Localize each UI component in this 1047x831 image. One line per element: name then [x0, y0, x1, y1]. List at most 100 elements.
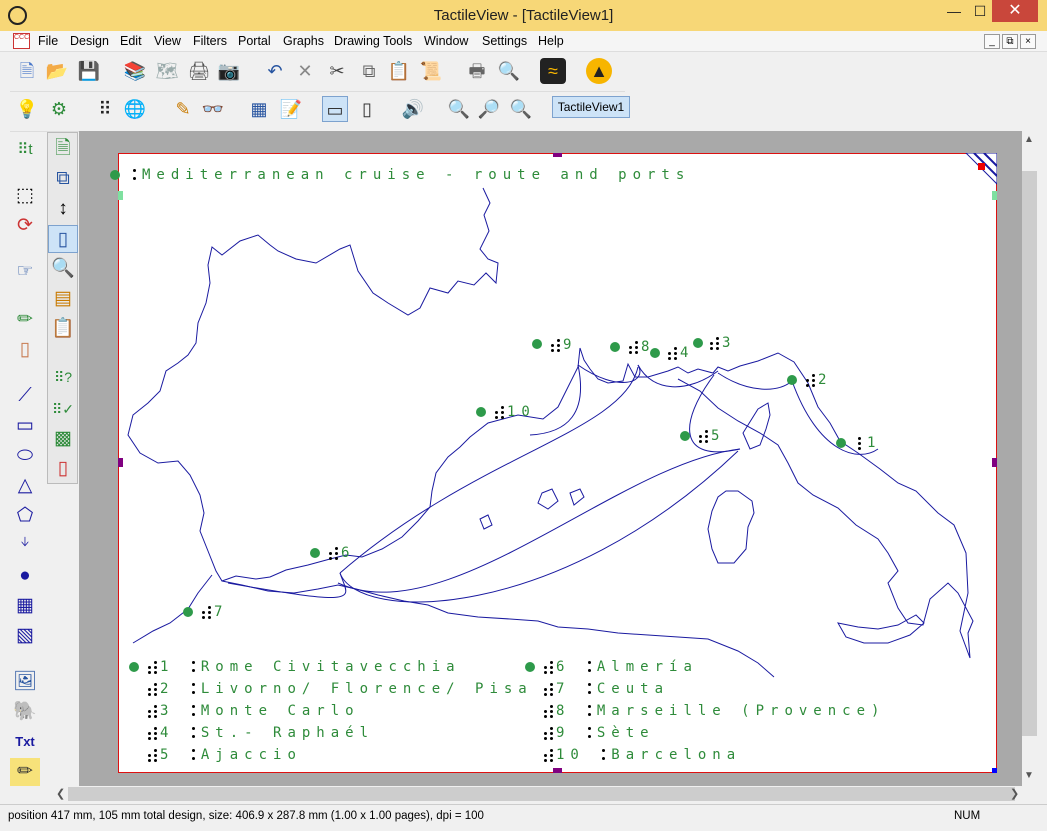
- paste-special-icon[interactable]: 📜: [418, 58, 444, 84]
- menu-view[interactable]: View: [154, 34, 181, 48]
- port-marker-2[interactable]: [787, 375, 797, 385]
- page-height-icon[interactable]: ↕: [48, 195, 78, 223]
- close-button[interactable]: ✕: [992, 0, 1038, 22]
- glasses-icon[interactable]: 👓: [200, 96, 226, 122]
- braille-check-icon[interactable]: ⠿✓: [48, 395, 78, 423]
- page-portrait-icon[interactable]: ▯: [48, 225, 78, 253]
- rss-feed-icon[interactable]: ≈: [540, 58, 566, 84]
- spiral-tool-icon[interactable]: ᛎ: [10, 532, 40, 560]
- page-export-icon[interactable]: 🗎: [48, 135, 78, 163]
- save-icon[interactable]: 💾: [76, 58, 102, 84]
- menu-help[interactable]: Help: [538, 34, 564, 48]
- settings-page-icon[interactable]: ⚙: [46, 96, 72, 122]
- page-view-icon[interactable]: ▯: [354, 96, 380, 122]
- delete-icon[interactable]: ✕: [292, 58, 318, 84]
- select-rectangle-icon[interactable]: ⬚: [10, 182, 40, 210]
- resize-handle[interactable]: [553, 153, 562, 157]
- resize-handle[interactable]: [118, 458, 123, 467]
- resize-handle[interactable]: [992, 768, 997, 773]
- braille-dots-icon[interactable]: ⠿: [92, 96, 118, 122]
- port-marker-6[interactable]: [310, 548, 320, 558]
- port-marker-9[interactable]: [532, 339, 542, 349]
- lightbulb-icon[interactable]: 💡: [14, 96, 40, 122]
- menu-edit[interactable]: Edit: [120, 34, 142, 48]
- menu-filters[interactable]: Filters: [193, 34, 227, 48]
- port-marker-1[interactable]: [836, 438, 846, 448]
- port-marker-5[interactable]: [680, 431, 690, 441]
- scroll-up-icon[interactable]: ▲: [1024, 134, 1034, 145]
- new-file-icon[interactable]: 🗎: [14, 58, 40, 84]
- menu-file[interactable]: File: [38, 34, 58, 48]
- resize-handle[interactable]: [553, 768, 562, 773]
- print-icon[interactable]: 🖶: [464, 58, 490, 84]
- horizontal-scroll-thumb[interactable]: [68, 787, 1015, 801]
- port-marker-7[interactable]: [183, 607, 193, 617]
- rectangle-tool-icon[interactable]: ▭: [10, 412, 40, 440]
- speaker-icon[interactable]: 🔊: [400, 96, 426, 122]
- zoom-out-icon[interactable]: 🔍: [508, 96, 534, 122]
- library-icon[interactable]: 📚: [122, 58, 148, 84]
- title-handle[interactable]: [992, 191, 997, 200]
- dotted-page-icon[interactable]: ▩: [48, 425, 78, 453]
- menu-settings[interactable]: Settings: [482, 34, 527, 48]
- paste-icon[interactable]: 📋: [386, 58, 412, 84]
- braille-text-tool-icon[interactable]: ⠿t: [10, 136, 40, 164]
- dot-tool-icon[interactable]: ●: [10, 562, 40, 590]
- open-folder-icon[interactable]: 📂: [44, 58, 70, 84]
- page-search-icon[interactable]: 🔍: [48, 255, 78, 283]
- scroll-right-icon[interactable]: ❯: [1010, 787, 1019, 800]
- globe-icon[interactable]: 🌐: [122, 96, 148, 122]
- text-tool-icon[interactable]: Txt: [10, 728, 40, 756]
- graph-tool-icon[interactable]: ▧: [10, 622, 40, 650]
- vertical-scroll-thumb[interactable]: [1022, 171, 1037, 736]
- pencil-tool-icon[interactable]: ✏: [10, 306, 40, 334]
- single-page-icon[interactable]: ▭: [322, 96, 348, 122]
- mdi-restore-button[interactable]: ⧉: [1002, 34, 1018, 49]
- tab-tactileview1[interactable]: TactileView1: [552, 96, 630, 118]
- undo-icon[interactable]: ↶: [262, 58, 288, 84]
- port-marker-3[interactable]: [693, 338, 703, 348]
- polygon-tool-icon[interactable]: ⬠: [10, 502, 40, 530]
- edit-page-icon[interactable]: 📝: [278, 96, 304, 122]
- copy-icon[interactable]: ⧉: [356, 58, 382, 84]
- map-icon[interactable]: 🗺: [154, 58, 180, 84]
- zoom-in-icon[interactable]: 🔎: [476, 96, 502, 122]
- grid-page-icon[interactable]: ▦: [246, 96, 272, 122]
- menu-graphs[interactable]: Graphs: [283, 34, 324, 48]
- mdi-minimize-button[interactable]: _: [984, 34, 1000, 49]
- mdi-close-button[interactable]: ×: [1020, 34, 1036, 49]
- resize-handle[interactable]: [992, 458, 997, 467]
- page-copy-icon[interactable]: ⧉: [48, 165, 78, 193]
- maximize-button[interactable]: ☐: [966, 0, 994, 22]
- port-marker-10[interactable]: [476, 407, 486, 417]
- menu-design[interactable]: Design: [70, 34, 109, 48]
- elephant-icon[interactable]: 🐘: [10, 698, 40, 726]
- highlighter-tool-icon[interactable]: ✏: [10, 758, 40, 786]
- minimize-button[interactable]: —: [940, 0, 968, 22]
- port-marker-8[interactable]: [610, 342, 620, 352]
- document-icon[interactable]: CCC: [13, 33, 30, 49]
- table-tool-icon[interactable]: ▦: [10, 592, 40, 620]
- scroll-left-icon[interactable]: ❮: [56, 787, 65, 800]
- edit-pencil-icon[interactable]: ✎: [170, 96, 196, 122]
- hand-tool-icon[interactable]: ☞: [10, 258, 40, 286]
- route-map[interactable]: [118, 153, 997, 773]
- zoom-icon[interactable]: 🔍: [446, 96, 472, 122]
- lasso-select-icon[interactable]: ⟳: [10, 212, 40, 240]
- braille-query-icon[interactable]: ⠿?: [48, 363, 78, 391]
- menu-window[interactable]: Window: [424, 34, 468, 48]
- scroll-down-icon[interactable]: ▼: [1024, 770, 1034, 781]
- eraser-tool-icon[interactable]: ▯: [10, 336, 40, 364]
- ellipse-tool-icon[interactable]: ⬭: [10, 442, 40, 470]
- page-clipboard-icon[interactable]: 📋: [48, 315, 78, 343]
- red-page-icon[interactable]: ▯: [48, 455, 78, 483]
- line-tool-icon[interactable]: ⟋: [10, 382, 40, 410]
- print-preview-icon[interactable]: 🔍: [496, 58, 522, 84]
- title-handle[interactable]: [118, 191, 123, 200]
- triangle-tool-icon[interactable]: △: [10, 472, 40, 500]
- scanner-icon[interactable]: 🖨: [186, 58, 212, 84]
- page-bars-icon[interactable]: ▤: [48, 285, 78, 313]
- tactileview-logo-icon[interactable]: ▲: [586, 58, 612, 84]
- menu-drawing-tools[interactable]: Drawing Tools: [334, 34, 412, 48]
- cut-icon[interactable]: ✂: [324, 58, 350, 84]
